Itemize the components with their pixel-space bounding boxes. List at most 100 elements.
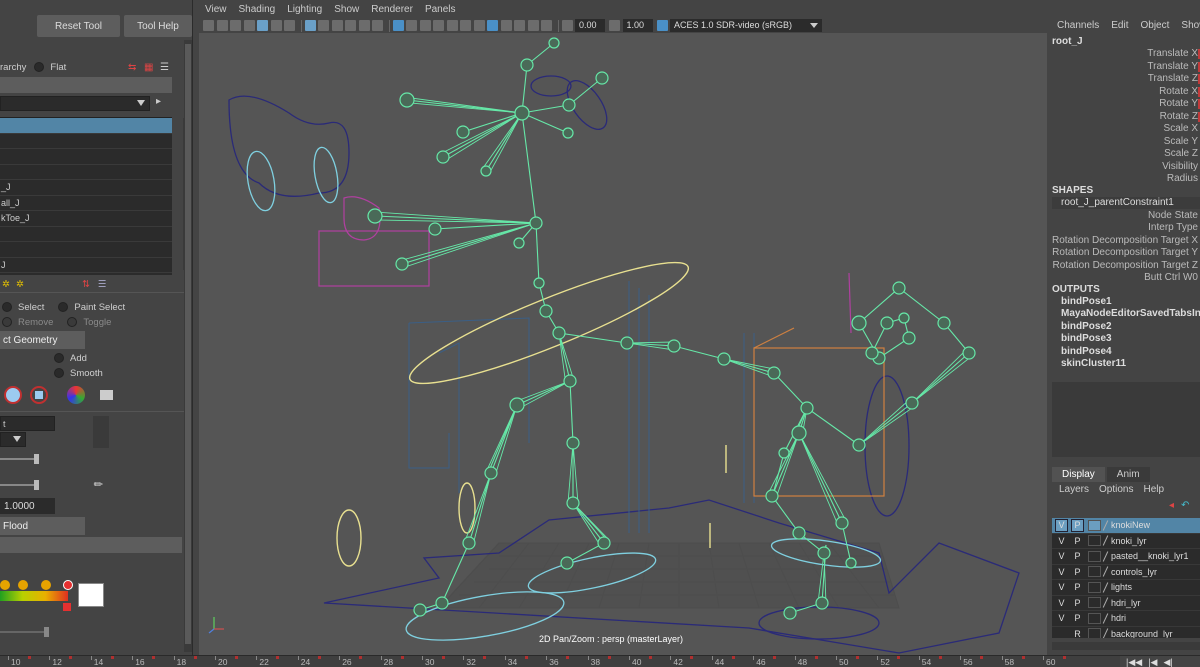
toggle-radio[interactable] <box>67 317 78 327</box>
output-node[interactable]: bindPose1 <box>1061 296 1112 307</box>
list-item[interactable] <box>0 118 172 134</box>
layer-name[interactable]: lights <box>1111 582 1132 592</box>
menu-edit[interactable]: Edit <box>1111 20 1128 31</box>
film-gate-icon[interactable] <box>270 20 282 31</box>
shape-node-name[interactable]: root_J_parentConstraint1 <box>1052 197 1200 209</box>
shadows-icon[interactable] <box>372 20 383 31</box>
image-plane-icon[interactable] <box>243 20 255 31</box>
layer-color-swatch[interactable] <box>1088 550 1101 562</box>
layer-color-swatch[interactable] <box>1088 581 1101 593</box>
output-node[interactable]: MayaNodeEditorSavedTabsInfo <box>1061 308 1200 319</box>
attr-translate-x[interactable]: Translate X <box>1147 48 1198 59</box>
layer-playback-toggle[interactable]: P <box>1071 534 1084 547</box>
layer-row[interactable]: V P lights <box>1052 580 1200 596</box>
tab-display[interactable]: Display <box>1052 467 1105 482</box>
color-space-dropdown[interactable]: ACES 1.0 SDR-video (sRGB) <box>670 19 822 32</box>
lights-icon[interactable] <box>358 20 370 31</box>
output-node[interactable]: bindPose2 <box>1061 321 1112 332</box>
attr-visibility[interactable]: Visibility <box>1162 161 1198 172</box>
profile-dropdown[interactable] <box>0 432 26 447</box>
layer-name[interactable]: controls_lyr <box>1111 567 1157 577</box>
layer-name[interactable]: background_lyr <box>1111 629 1173 638</box>
smooth-shade-icon[interactable] <box>318 20 329 31</box>
layer-row[interactable]: V P hdri <box>1052 611 1200 627</box>
select-radio[interactable] <box>2 302 12 312</box>
attr-scale-y[interactable]: Scale Y <box>1164 136 1198 147</box>
ramp-key-0[interactable] <box>0 580 10 590</box>
layer-playback-toggle[interactable]: P <box>1071 565 1084 578</box>
attr-rot-decomp-x[interactable]: Rotation Decomposition Target X <box>1052 235 1198 246</box>
menu-layers[interactable]: Layers <box>1059 484 1089 495</box>
value-slider[interactable] <box>0 484 36 486</box>
magnet-icon[interactable]: ⇆ <box>128 62 136 73</box>
wireframe-on-shaded-icon[interactable] <box>331 20 343 31</box>
node-name[interactable]: root_J <box>1052 36 1083 47</box>
flood-button[interactable]: Flood <box>0 517 85 535</box>
pick-color-icon[interactable]: ✎ <box>91 477 106 492</box>
attr-translate-z[interactable]: Translate Z <box>1148 73 1198 84</box>
backface-icon[interactable] <box>433 20 444 31</box>
layer-playback-toggle[interactable]: P <box>1071 550 1084 563</box>
list-item[interactable]: J <box>0 258 172 273</box>
attr-scale-x[interactable]: Scale X <box>1164 123 1198 134</box>
color-swatch[interactable] <box>78 583 104 607</box>
bookmark-icon[interactable] <box>230 20 241 31</box>
attr-scale-z[interactable]: Scale Z <box>1164 148 1198 159</box>
move-layer-up-icon[interactable]: ◂ <box>1169 500 1174 511</box>
gamma-field[interactable]: 1.00 <box>622 19 653 32</box>
layer-color-swatch[interactable] <box>1088 519 1101 531</box>
brush-square-icon[interactable] <box>30 386 48 404</box>
menu-channels[interactable]: Channels <box>1057 20 1099 31</box>
time-slider[interactable]: 10 12 14 16 18 20 22 24 26 28 30 32 34 36 38 40 42 44 46 48… <box>0 655 1200 667</box>
motion-blur-icon[interactable] <box>460 20 471 31</box>
xray-active-icon[interactable] <box>406 20 417 31</box>
textured-icon[interactable] <box>345 20 356 31</box>
hud-icon[interactable] <box>527 20 539 31</box>
layer-row[interactable]: V P knoki_lyr <box>1052 534 1200 549</box>
list-item[interactable] <box>0 227 172 242</box>
menu-show[interactable]: Show <box>1181 20 1200 31</box>
list-item[interactable]: kToe_J <box>0 211 172 227</box>
list-item[interactable] <box>0 165 172 180</box>
layer-list-scrollbar[interactable] <box>1052 642 1200 650</box>
layer-color-swatch[interactable] <box>1088 597 1101 609</box>
layer-visibility-toggle[interactable]: V <box>1055 581 1068 594</box>
list-item[interactable] <box>0 242 172 258</box>
anti-alias-icon[interactable] <box>473 20 485 31</box>
attr-butt-ctrl-w0[interactable]: Butt Ctrl W0 <box>1144 272 1198 283</box>
paint-operation-dropdown[interactable]: t <box>0 416 55 431</box>
depth-of-field-icon[interactable] <box>487 20 498 31</box>
color-management-icon[interactable] <box>656 20 668 31</box>
select-geometry-button[interactable]: ct Geometry <box>0 331 85 349</box>
layer-name[interactable]: pasted__knoki_lyr1 <box>1111 551 1189 561</box>
ramp-key-2[interactable] <box>41 580 51 590</box>
list-item[interactable] <box>0 149 172 165</box>
menu-renderer[interactable]: Renderer <box>371 4 413 15</box>
output-node[interactable]: bindPose4 <box>1061 346 1112 357</box>
bottom-slider-handle[interactable] <box>44 627 49 637</box>
exposure-reset-icon[interactable] <box>561 20 573 31</box>
layer-name[interactable]: knokiNew <box>1111 520 1150 530</box>
wireframe-icon[interactable] <box>304 20 316 31</box>
attr-rotate-y[interactable]: Rotate Y <box>1159 98 1198 109</box>
menu-panels[interactable]: Panels <box>425 4 456 15</box>
value-field[interactable]: 1.0000 <box>0 498 55 514</box>
layer-playback-toggle[interactable]: P <box>1071 518 1084 532</box>
attr-rotate-z[interactable]: Rotate Z <box>1160 111 1198 122</box>
layer-color-swatch[interactable] <box>1088 612 1101 624</box>
xray-icon[interactable] <box>392 20 404 31</box>
layer-row[interactable]: R background_lyr <box>1052 627 1200 638</box>
output-node[interactable]: skinCluster11 <box>1061 358 1126 369</box>
value-slider-handle[interactable] <box>34 480 39 490</box>
brush-soft-icon[interactable] <box>4 386 22 404</box>
layer-visibility-toggle[interactable]: V <box>1055 565 1068 578</box>
menu-object[interactable]: Object <box>1141 20 1170 31</box>
xray-joints-icon[interactable] <box>419 20 431 31</box>
sun-icon[interactable] <box>514 20 525 31</box>
influence-dropdown[interactable] <box>0 96 150 111</box>
tab-anim[interactable]: Anim <box>1106 467 1150 482</box>
layer-color-swatch[interactable] <box>1088 628 1101 638</box>
camera-attributes-icon[interactable] <box>216 20 228 31</box>
joint-add-icon[interactable]: ✲ <box>16 279 24 290</box>
menu-shading[interactable]: Shading <box>239 4 276 15</box>
